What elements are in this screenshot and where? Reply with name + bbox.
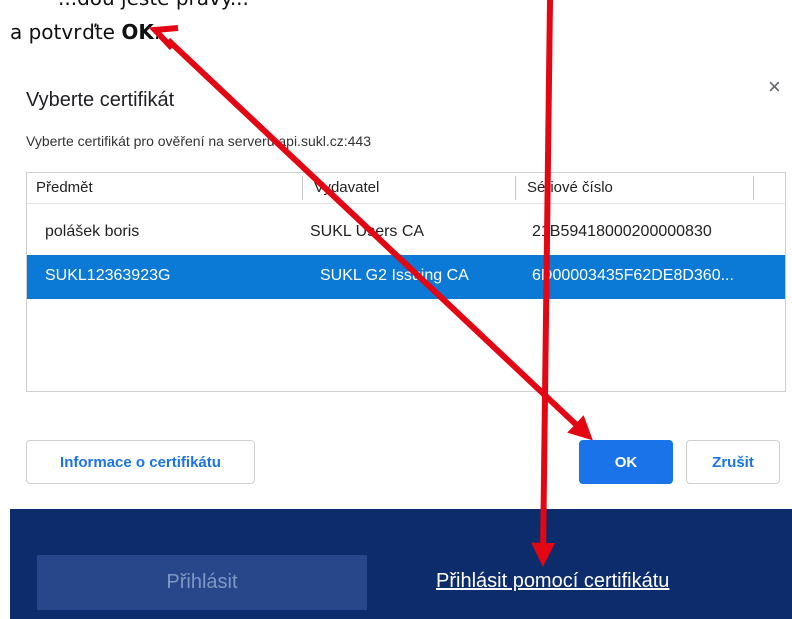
certificate-login-link[interactable]: Přihlásit pomocí certifikátu xyxy=(436,570,669,593)
instruction-text: ...dou jeste pravý... a potvrďte OK. xyxy=(0,0,792,52)
column-divider[interactable] xyxy=(753,176,754,200)
instruction-line-2: a potvrďte OK. xyxy=(10,20,160,44)
dialog-subtitle: Vyberte certifikát pro ověření na server… xyxy=(26,133,371,149)
cell-issuer: SUKL G2 Issuing CA xyxy=(320,267,469,284)
cell-subject: polášek boris xyxy=(45,223,140,240)
ok-button[interactable]: OK xyxy=(579,440,673,484)
cancel-button[interactable]: Zrušit xyxy=(686,440,780,484)
cell-subject: SUKL12363923G xyxy=(45,267,171,284)
dialog-title: Vyberte certifikát xyxy=(26,89,175,111)
column-header-issuer[interactable]: Vydavatel xyxy=(314,179,379,196)
instruction-ok-bold: OK xyxy=(121,20,154,44)
cell-serial: 6D00003435F62DE8D360... xyxy=(532,267,734,284)
login-button[interactable]: Přihlásit xyxy=(37,555,367,610)
certificate-info-button[interactable]: Informace o certifikátu xyxy=(26,440,255,484)
close-icon[interactable]: × xyxy=(768,74,781,100)
column-header-serial[interactable]: Sériové číslo xyxy=(527,179,613,196)
column-divider[interactable] xyxy=(515,176,516,200)
instruction-suffix: . xyxy=(153,20,161,44)
table-row-selected[interactable]: SUKL12363923G SUKL G2 Issuing CA 6D00003… xyxy=(27,255,785,299)
table-header: Předmět Vydavatel Sériové číslo xyxy=(27,173,785,204)
instruction-line-1: ...dou jeste pravý... xyxy=(58,0,249,10)
cell-serial: 21B59418000200000830 xyxy=(532,223,712,240)
instruction-prefix: a potvrďte xyxy=(10,20,122,44)
table-row[interactable]: polášek boris SUKL Users CA 21B594180002… xyxy=(27,211,785,255)
column-divider[interactable] xyxy=(302,176,303,200)
certificate-table[interactable]: Předmět Vydavatel Sériové číslo polášek … xyxy=(26,172,786,392)
cell-issuer: SUKL Users CA xyxy=(310,223,425,240)
column-header-subject[interactable]: Předmět xyxy=(36,179,93,196)
